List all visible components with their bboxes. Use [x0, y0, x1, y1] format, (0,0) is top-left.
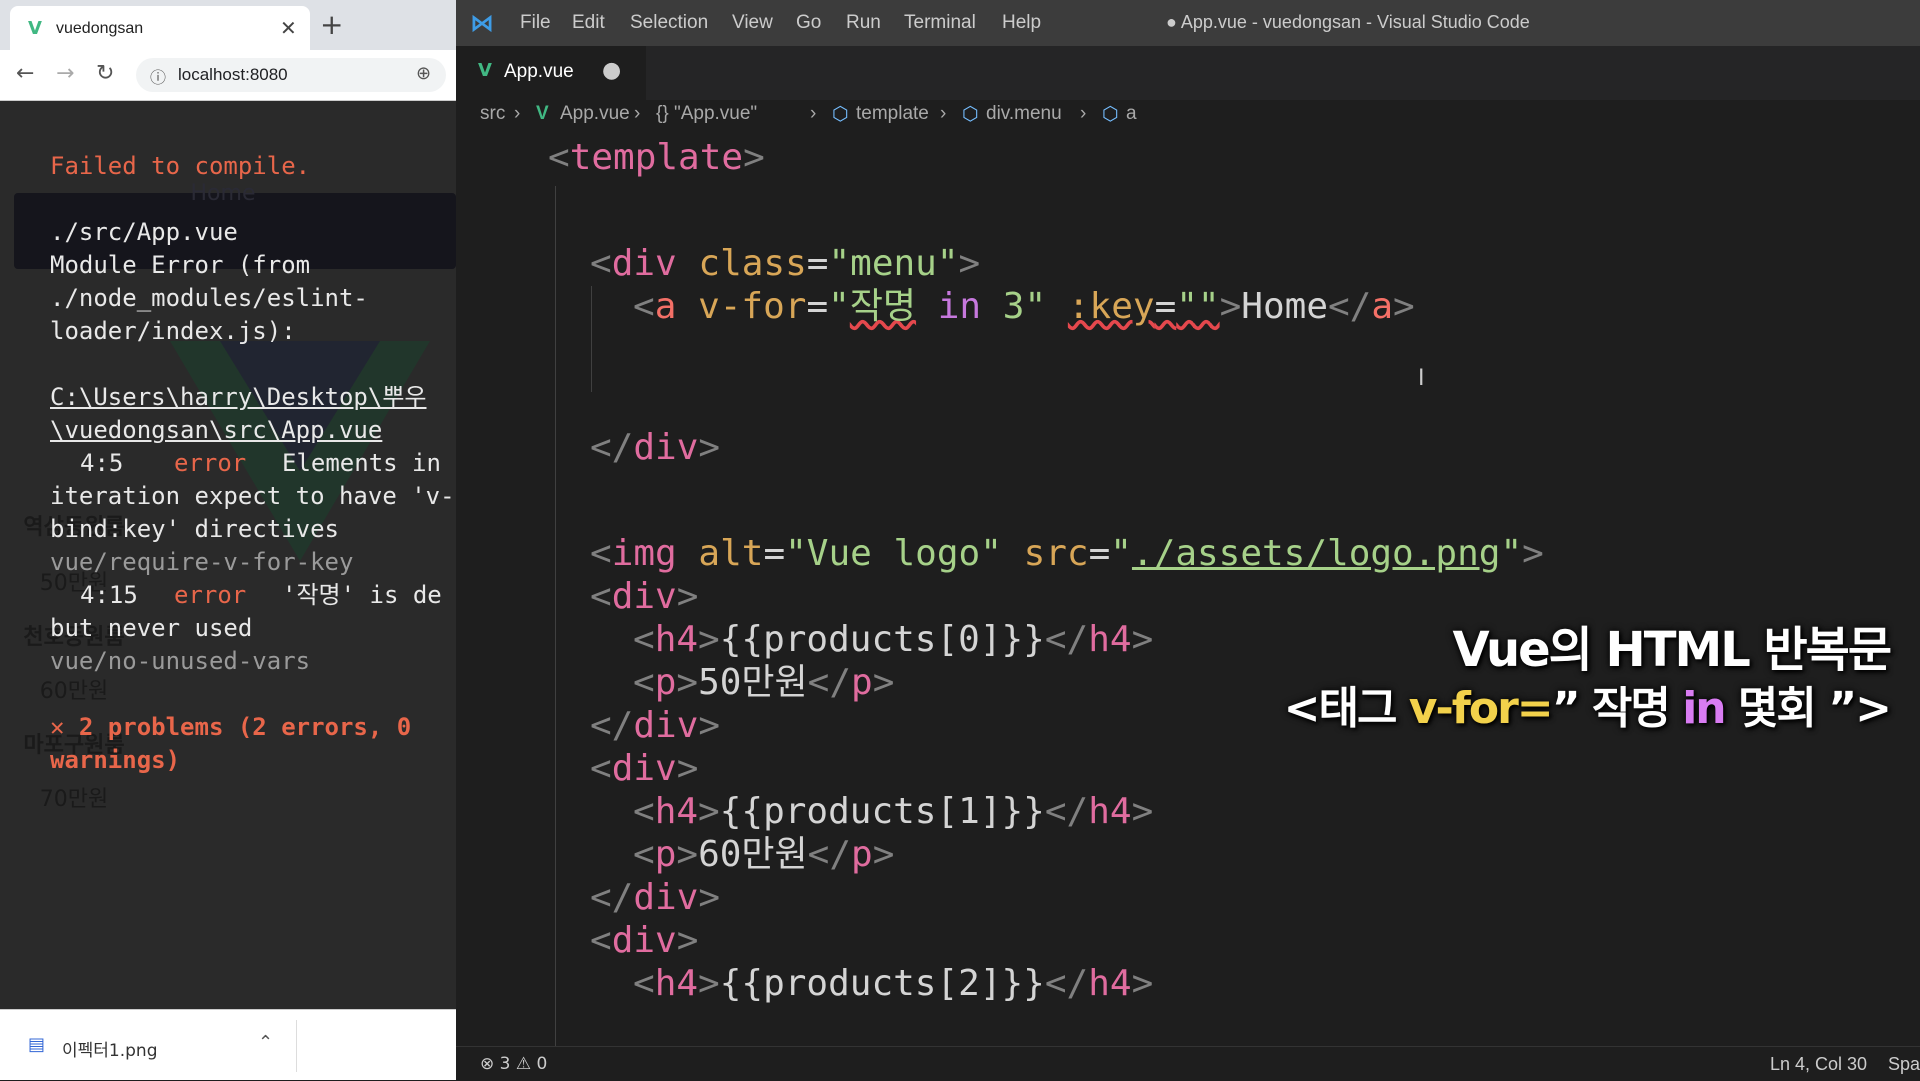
tab-app-vue[interactable]: V App.vue ●	[456, 46, 646, 100]
error-rule: vue/require-v-for-key	[50, 548, 354, 576]
address-bar[interactable]: ⓘ localhost:8080 ⊕	[136, 58, 446, 92]
error-message: Elements in	[282, 449, 441, 477]
download-bar: ▤ 이펙터1.png ⌃	[0, 1009, 456, 1080]
code-editor[interactable]: <template> <div class="menu"> <a v-for="…	[456, 130, 1920, 1046]
chevron-right-icon: ›	[634, 103, 641, 124]
zoom-icon[interactable]: ⊕	[416, 63, 431, 84]
caption-line-1: Vue의 HTML 반복문	[1452, 622, 1893, 678]
error-location: 4:15	[80, 581, 138, 609]
code-line-img[interactable]: <img alt="Vue logo" src="./assets/logo.p…	[590, 528, 1544, 580]
menu-file[interactable]: File	[520, 12, 551, 34]
cursor-position[interactable]: Ln 4, Col 30	[1770, 1054, 1867, 1075]
indent-guide	[591, 286, 592, 392]
vscode-window: ⋈ File Edit Selection View Go Run Termin…	[456, 0, 1920, 1081]
error-file-link[interactable]: \vuedongsan\src\App.vue	[50, 414, 382, 447]
indent-guide	[555, 186, 556, 1046]
address-toolbar: ← → ↻ ⓘ localhost:8080 ⊕	[0, 50, 456, 101]
menu-go[interactable]: Go	[796, 12, 821, 34]
vue-file-icon: V	[478, 60, 492, 81]
vscode-logo-icon: ⋈	[470, 9, 494, 37]
breadcrumb-src[interactable]: src	[480, 103, 505, 125]
menu-selection[interactable]: Selection	[630, 12, 708, 34]
caption-line-2: <태그 v-for=” 작명 in 몇회 ”>	[1283, 683, 1892, 734]
browser-tabstrip: V vuedongsan ✕ +	[0, 0, 456, 50]
code-line-v-for[interactable]: <a v-for="작명 in 3" :key="">Home</a>	[633, 281, 1415, 333]
breadcrumb-file[interactable]: App.vue	[560, 103, 630, 125]
window-title: ● App.vue - vuedongsan - Visual Studio C…	[1166, 12, 1530, 32]
file-icon: ▤	[28, 1034, 46, 1055]
tab-label: App.vue	[504, 61, 574, 82]
error-message: bind:key' directives	[50, 515, 339, 543]
error-severity: error	[174, 449, 247, 477]
cube-icon: ⬡	[1102, 104, 1119, 125]
breadcrumb-module[interactable]: {} "App.vue"	[656, 103, 757, 125]
error-message: iteration expect to have 'v-	[50, 482, 455, 510]
breadcrumb: src › V App.vue › {} "App.vue" › ⬡ templ…	[456, 100, 1920, 130]
chevron-right-icon: ›	[810, 103, 817, 124]
error-summary: warnings)	[50, 746, 181, 774]
text-cursor-icon: I	[1418, 366, 1425, 391]
browser-tab-title: vuedongsan	[56, 20, 144, 37]
reload-icon[interactable]: ↻	[96, 61, 114, 86]
back-arrow-icon[interactable]: ←	[16, 61, 34, 86]
breadcrumb-div-menu[interactable]: div.menu	[986, 103, 1062, 125]
breadcrumb-template[interactable]: template	[856, 103, 929, 125]
download-filename[interactable]: 이펙터1.png	[62, 1036, 158, 1061]
code-line-h4[interactable]: <h4>{{products[2]}}</h4>	[633, 958, 1153, 1010]
error-summary: ✕ 2 problems (2 errors, 0	[50, 713, 412, 741]
site-info-icon[interactable]: ⓘ	[150, 64, 166, 88]
new-tab-button[interactable]: +	[320, 8, 343, 41]
error-severity: error	[174, 581, 247, 609]
chevron-right-icon: ›	[514, 103, 521, 124]
code-line-template[interactable]: <template>	[548, 132, 765, 184]
breadcrumb-a[interactable]: a	[1126, 103, 1137, 125]
video-caption: Vue의 HTML 반복문 <태그 v-for=” 작명 in 몇회 ”>	[1283, 620, 1893, 738]
error-line: loader/index.js):	[50, 317, 296, 345]
indentation-setting[interactable]: Spa	[1888, 1054, 1920, 1075]
menu-edit[interactable]: Edit	[572, 12, 605, 34]
error-rule: vue/no-unused-vars	[50, 647, 311, 675]
error-line: Module Error (from	[50, 251, 311, 279]
chevron-right-icon: ›	[940, 103, 947, 124]
title-bar: ⋈ File Edit Selection View Go Run Termin…	[456, 0, 1920, 46]
error-message: '작명' is de	[282, 581, 442, 609]
error-line: ./node_modules/eslint-	[50, 284, 368, 312]
status-bar: ⊗ 3 ⚠ 0 Ln 4, Col 30 Spa	[456, 1046, 1920, 1081]
unsaved-dot-icon[interactable]: ●	[602, 58, 621, 83]
error-message: but never used	[50, 614, 253, 642]
error-line: ./src/App.vue	[50, 218, 238, 246]
browser-window: V vuedongsan ✕ + ← → ↻ ⓘ localhost:8080 …	[0, 0, 456, 1080]
forward-arrow-icon[interactable]: →	[56, 61, 74, 86]
chevron-up-icon[interactable]: ⌃	[258, 1032, 273, 1053]
close-tab-icon[interactable]: ✕	[280, 16, 297, 40]
compile-error-overlay: Failed to compile. ./src/App.vue Module …	[0, 101, 456, 1009]
cube-icon: ⬡	[962, 104, 979, 125]
menu-help[interactable]: Help	[1002, 12, 1041, 34]
menu-terminal[interactable]: Terminal	[904, 12, 976, 34]
browser-tab[interactable]: V vuedongsan ✕	[10, 6, 310, 50]
chevron-right-icon: ›	[1080, 103, 1087, 124]
error-title: Failed to compile.	[50, 152, 311, 180]
divider	[296, 1020, 297, 1072]
cube-icon: ⬡	[832, 104, 849, 125]
error-location: 4:5	[80, 449, 124, 477]
editor-tabs: V App.vue ●	[456, 46, 1920, 100]
url-text[interactable]: localhost:8080	[178, 65, 288, 85]
vue-file-icon: V	[536, 103, 549, 124]
error-file-link[interactable]: C:\Users\harry\Desktop\뿌우	[50, 381, 427, 414]
vue-favicon-icon: V	[28, 18, 42, 39]
menu-run[interactable]: Run	[846, 12, 881, 34]
code-line-div-close[interactable]: </div>	[590, 422, 720, 474]
problems-count[interactable]: ⊗ 3 ⚠ 0	[480, 1054, 547, 1074]
menu-view[interactable]: View	[732, 12, 773, 34]
browser-viewport: Home 역삼동원룸 50만원 천호동원룸 60만원 마포구원룸 70만원 Fa…	[0, 101, 456, 1009]
